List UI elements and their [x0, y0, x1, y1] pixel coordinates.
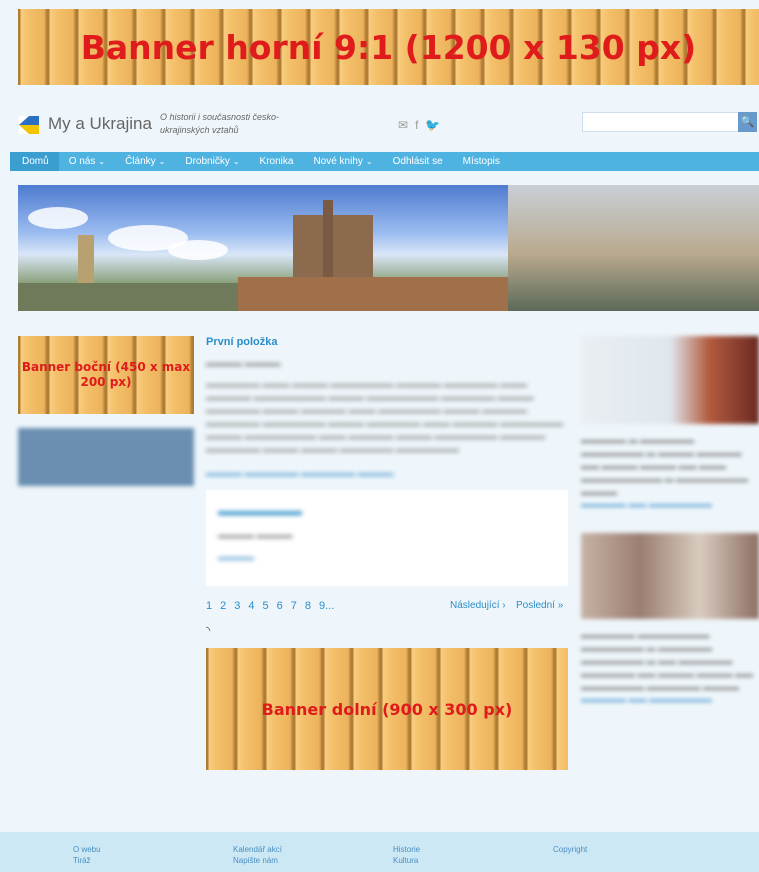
card-title-blurred[interactable]: ▬▬▬▬▬▬▬ — [218, 504, 556, 518]
post-title[interactable]: První položka — [206, 336, 568, 348]
nav-item-domu[interactable]: Domů — [10, 152, 59, 171]
facebook-post-image[interactable] — [581, 336, 759, 424]
facebook-icon[interactable]: f — [415, 118, 425, 132]
footer-link[interactable]: Historie — [393, 844, 420, 855]
site-title[interactable]: My a Ukrajina — [48, 114, 152, 134]
facebook-post-text-blurred: ▬▬▬▬▬▬ ▬▬▬▬▬▬▬▬ ▬▬▬▬▬▬▬ ▬ ▬▬▬▬▬▬ ▬▬▬▬▬▬▬… — [581, 630, 754, 692]
nav-item-drobnicky[interactable]: Drobničky ⌄ — [175, 152, 249, 171]
logo-flag-icon[interactable] — [19, 116, 39, 134]
facebook-link-blurred[interactable]: ▬▬▬▬▬ ▬▬ ▬▬▬▬▬▬▬ — [581, 694, 759, 704]
nav-item-o-nas[interactable]: O nás ⌄ — [59, 152, 115, 171]
footer-link[interactable]: Copyright — [553, 844, 587, 855]
hero-image — [18, 185, 759, 311]
nav-item-nove-knihy[interactable]: Nové knihy ⌄ — [303, 152, 382, 171]
footer-link[interactable]: O webu — [73, 844, 101, 855]
email-icon[interactable]: ✉ — [398, 118, 415, 132]
nav-item-kronika[interactable]: Kronika — [250, 152, 304, 171]
post-body-blurred: ▬▬▬▬▬▬ ▬▬▬ ▬▬▬▬ ▬▬▬▬▬▬▬ ▬▬▬▬▬ ▬▬▬▬▬▬ ▬▬▬… — [206, 379, 564, 454]
pagination: 1 2 3 4 5 6 7 8 9... Následující › Poslední » — [206, 600, 568, 614]
main-content: První položka ▬▬▬▬ ▬▬▬▬ ▬▬▬▬▬▬ ▬▬▬ ▬▬▬▬ … — [206, 336, 568, 770]
post-meta-blurred: ▬▬▬▬ ▬▬▬▬ — [206, 358, 281, 368]
facebook-link-blurred[interactable]: ▬▬▬▬▬ ▬▬ ▬▬▬▬▬▬▬ — [581, 499, 759, 509]
nav-item-clanky[interactable]: Články ⌄ — [115, 152, 175, 171]
top-banner[interactable]: Banner horní 9:1 (1200 x 130 px) — [18, 9, 759, 85]
site-header: My a Ukrajina O historii i současnosti č… — [0, 104, 759, 144]
search-input[interactable] — [582, 112, 740, 132]
left-sidebar: Banner boční (450 x max 200 px) — [18, 336, 194, 486]
right-sidebar: ▬▬▬▬▬ ▬ ▬▬▬▬▬▬ ▬▬▬▬▬▬▬ ▬ ▬▬▬▬ ▬▬▬▬▬ ▬▬ ▬… — [581, 336, 759, 704]
chevron-down-icon: ⌄ — [232, 157, 240, 166]
nav-item-mistopis[interactable]: Místopis — [453, 152, 510, 171]
nav-item-odhlasit[interactable]: Odhlásit se — [383, 152, 453, 171]
footer-link[interactable]: Napište nám — [233, 855, 282, 866]
site-footer: O webu Tiráž Kalendář akcí Napište nám H… — [0, 832, 759, 872]
page-link[interactable]: 4 — [248, 600, 254, 612]
page-link[interactable]: 6 — [277, 600, 283, 612]
social-icons: ✉f🐦 — [398, 118, 447, 132]
footer-link[interactable]: Kalendář akcí — [233, 844, 282, 855]
last-page-link[interactable]: Poslední » — [516, 600, 563, 611]
search-button[interactable]: 🔍 — [738, 112, 757, 132]
facebook-post-image[interactable] — [581, 533, 759, 619]
side-banner[interactable]: Banner boční (450 x max 200 px) — [18, 336, 194, 414]
chevron-down-icon: ⌄ — [98, 157, 106, 166]
page-link[interactable]: 5 — [263, 600, 269, 612]
main-nav: Domů O nás ⌄ Články ⌄ Drobničky ⌄ Kronika N… — [10, 152, 759, 171]
page-link[interactable]: 8 — [305, 600, 311, 612]
hero-kyiv-photo — [508, 185, 759, 311]
side-ad-image[interactable] — [18, 428, 194, 486]
facebook-post-text-blurred: ▬▬▬▬▬ ▬ ▬▬▬▬▬▬ ▬▬▬▬▬▬▬ ▬ ▬▬▬▬ ▬▬▬▬▬ ▬▬ ▬… — [581, 435, 749, 497]
rss-icon[interactable]: ◝ — [206, 624, 568, 638]
next-page-link[interactable]: Následující › — [450, 600, 506, 611]
search-icon: 🔍 — [740, 116, 755, 128]
bottom-banner[interactable]: Banner dolní (900 x 300 px) — [206, 648, 568, 770]
chevron-down-icon: ⌄ — [158, 157, 166, 166]
page-link[interactable]: 7 — [291, 600, 297, 612]
site-tagline: O historii i současnosti česko-ukrajinsk… — [160, 112, 280, 135]
post-links-blurred[interactable]: ▬▬▬▬ ▬▬▬▬▬▬ ▬▬▬▬▬▬ ▬▬▬▬ — [206, 468, 568, 478]
footer-link[interactable]: Tiráž — [73, 855, 101, 866]
page-link[interactable]: 2 — [220, 600, 226, 612]
chevron-down-icon: ⌄ — [365, 157, 373, 166]
twitter-icon[interactable]: 🐦 — [425, 118, 447, 132]
post-card: ▬▬▬▬▬▬▬ ▬▬▬▬ ▬▬▬▬ ▬▬▬▬ — [206, 490, 568, 586]
page-link[interactable]: 3 — [234, 600, 240, 612]
card-link-blurred[interactable]: ▬▬▬▬ — [218, 552, 556, 562]
footer-link[interactable]: Kultura — [393, 855, 420, 866]
card-meta-blurred: ▬▬▬▬ ▬▬▬▬ — [218, 530, 293, 540]
page-link[interactable]: 1 — [206, 600, 212, 612]
page-link[interactable]: 9... — [319, 600, 334, 612]
